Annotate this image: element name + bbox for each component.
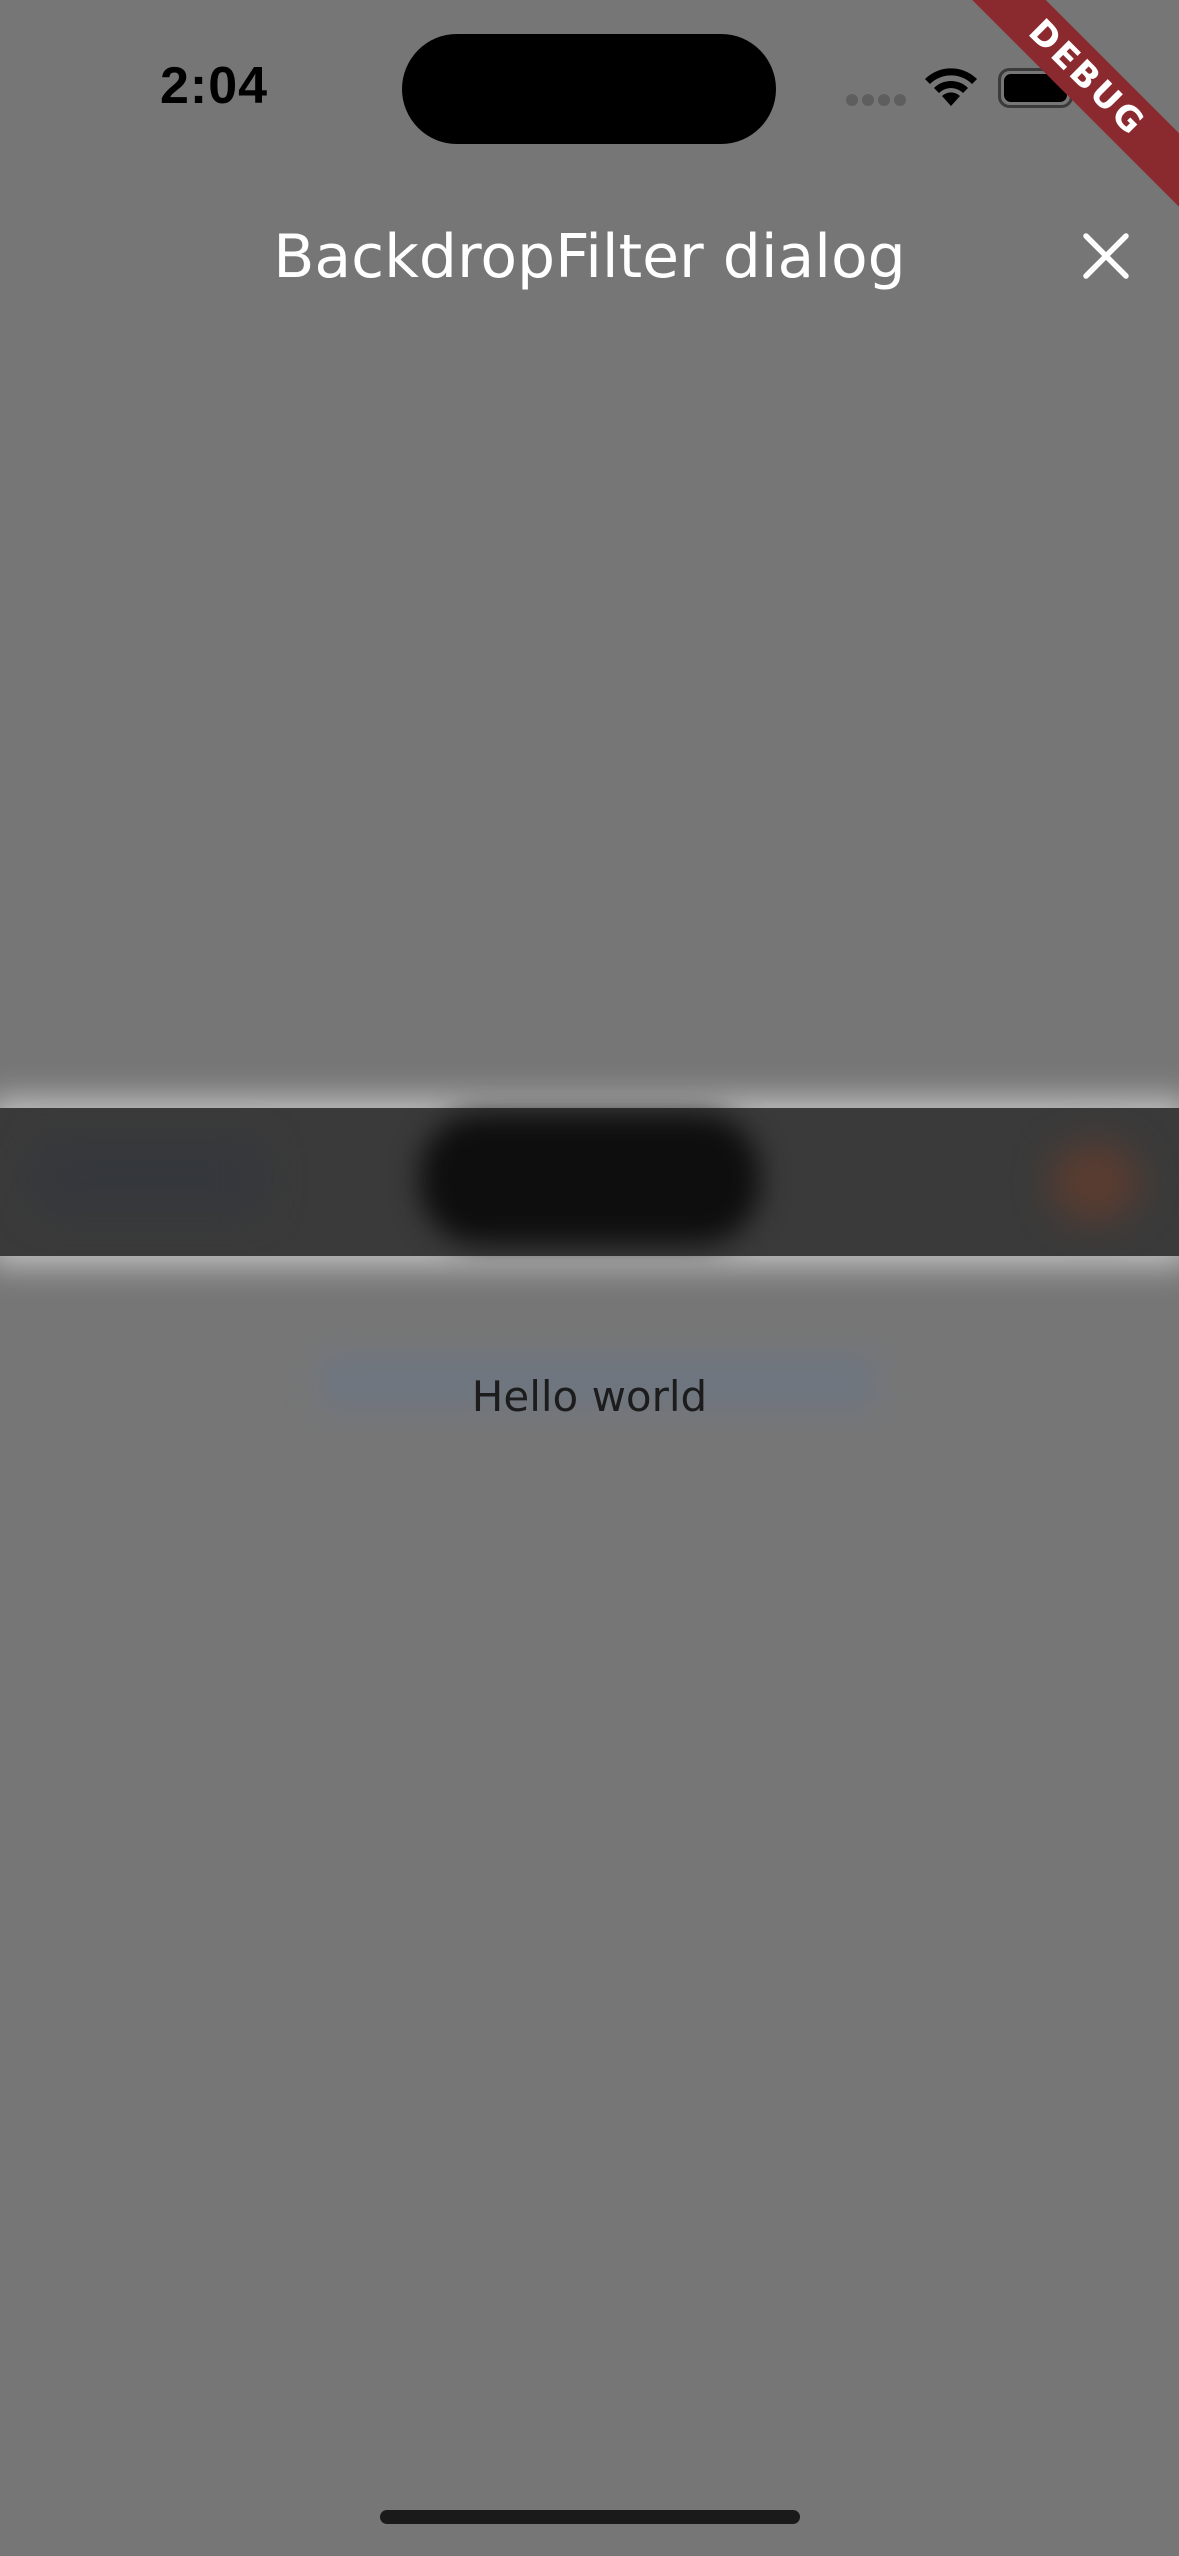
wifi-icon xyxy=(925,68,977,106)
blurred-shape-center xyxy=(420,1114,760,1244)
blurred-shape-right xyxy=(1050,1142,1140,1222)
dialog-title: BackdropFilter dialog xyxy=(273,222,906,292)
backdrop-blur-band xyxy=(0,1108,1179,1256)
dynamic-island xyxy=(402,34,776,144)
home-indicator[interactable] xyxy=(380,2510,800,2524)
close-icon[interactable] xyxy=(1076,226,1136,286)
screen: 2:04 DEBUG BackdropFilter dialog Hello w… xyxy=(0,0,1179,2556)
cellular-signal-icon xyxy=(846,94,908,108)
status-time: 2:04 xyxy=(160,57,269,115)
blurred-shape-left xyxy=(40,1148,260,1208)
debug-banner: DEBUG xyxy=(920,0,1179,245)
hello-text: Hello world xyxy=(471,1372,708,1421)
